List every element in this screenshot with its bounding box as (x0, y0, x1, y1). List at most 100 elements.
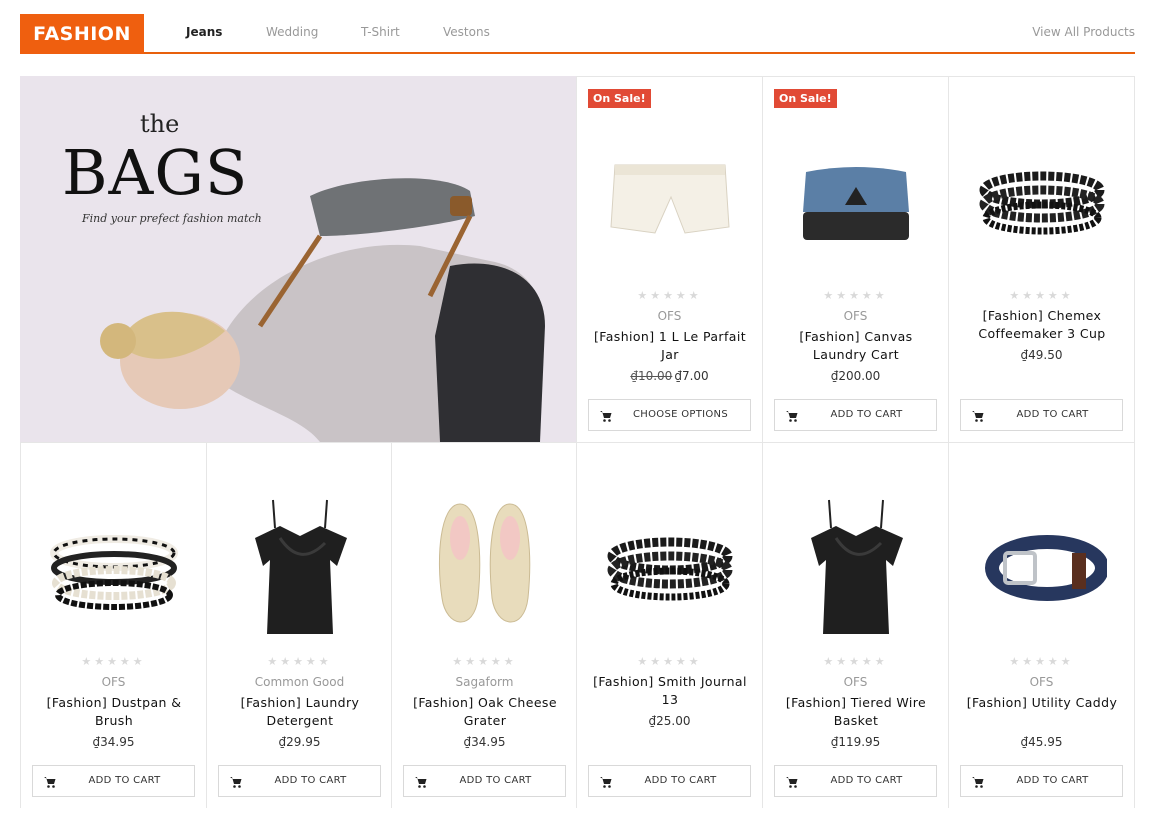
product-name[interactable]: [Fashion] Chemex Coffeemaker 3 Cup (961, 307, 1123, 343)
rating-stars: ★★★★★ (823, 289, 888, 302)
banner-model-image (100, 178, 545, 442)
product-image[interactable] (21, 483, 206, 653)
product-card[interactable]: ★★★★★ Common Good [Fashion] Laundry Deterg… (206, 442, 392, 808)
button-label: CHOOSE OPTIONS (633, 409, 728, 420)
current-price: ₫45.95 (1020, 735, 1063, 749)
current-price: ₫29.95 (278, 735, 321, 749)
category-header: FASHION Jeans Wedding T-Shirt Vestons Vi… (20, 14, 1135, 54)
button-label: ADD TO CART (459, 775, 532, 786)
add-to-cart-button[interactable]: ADD TO CART (218, 765, 381, 797)
cart-icon (785, 408, 799, 422)
product-card[interactable]: ★★★★★ OFS [Fashion] Tiered Wire Basket ₫119… (762, 442, 948, 808)
rating-stars: ★★★★★ (452, 655, 517, 668)
button-label: ADD TO CART (88, 775, 161, 786)
cart-icon (43, 774, 57, 788)
product-vendor: OFS (657, 309, 682, 323)
product-card[interactable]: ★★★★★ OFS [Fashion] Dustpan & Brush ₫34.95 A… (20, 442, 206, 808)
product-vendor: Common Good (254, 675, 345, 689)
rating-stars: ★★★★★ (823, 655, 888, 668)
product-price: ₫49.50 (949, 348, 1134, 362)
add-to-cart-button[interactable]: ADD TO CART (960, 399, 1123, 431)
button-label: ADD TO CART (830, 775, 903, 786)
product-vendor: Sagaform (455, 675, 514, 689)
product-name[interactable]: [Fashion] Oak Cheese Grater (404, 694, 566, 730)
product-card[interactable]: ★★★★★ Sagaform [Fashion] Oak Cheese Grater… (391, 442, 577, 808)
product-vendor: OFS (843, 675, 868, 689)
product-price: ₫119.95 (763, 735, 948, 749)
cart-icon (599, 774, 613, 788)
product-price: ₫10.00 ₫7.00 (577, 369, 762, 383)
add-to-cart-button[interactable]: ADD TO CART (960, 765, 1123, 797)
rating-stars: ★★★★★ (267, 655, 332, 668)
button-label: ADD TO CART (644, 775, 717, 786)
on-sale-badge: On Sale! (588, 89, 651, 108)
product-name[interactable]: [Fashion] 1 L Le Parfait Jar (589, 328, 751, 364)
bags-banner[interactable]: the BAGS Find your prefect fashion match (20, 76, 577, 442)
product-image[interactable] (763, 483, 948, 653)
cart-icon (599, 408, 613, 422)
button-label: ADD TO CART (1016, 409, 1089, 420)
product-price: ₫29.95 (207, 735, 392, 749)
product-image[interactable] (763, 117, 948, 287)
add-to-cart-button[interactable]: ADD TO CART (774, 399, 937, 431)
product-vendor: OFS (1029, 675, 1054, 689)
product-image[interactable] (949, 483, 1134, 653)
cart-icon (971, 774, 985, 788)
view-all-products-link[interactable]: View All Products (1032, 25, 1135, 39)
on-sale-badge: On Sale! (774, 89, 837, 108)
product-card[interactable]: ★★★★★ [Fashion] Chemex Coffeemaker 3 Cup ₫… (948, 76, 1134, 442)
rating-stars: ★★★★★ (1009, 289, 1074, 302)
product-price: ₫34.95 (392, 735, 577, 749)
product-image[interactable] (949, 117, 1134, 287)
rating-stars: ★★★★★ (81, 655, 146, 668)
choose-options-button[interactable]: CHOOSE OPTIONS (588, 399, 751, 431)
rating-stars: ★★★★★ (637, 289, 702, 302)
rating-stars: ★★★★★ (637, 655, 702, 668)
add-to-cart-button[interactable]: ADD TO CART (588, 765, 751, 797)
tab-wedding[interactable]: Wedding (266, 25, 318, 39)
add-to-cart-button[interactable]: ADD TO CART (32, 765, 195, 797)
tab-vestons[interactable]: Vestons (443, 25, 490, 39)
product-price: ₫45.95 (949, 735, 1134, 749)
current-price: ₫25.00 (648, 714, 691, 728)
current-price: ₫119.95 (830, 735, 881, 749)
add-to-cart-button[interactable]: ADD TO CART (774, 765, 937, 797)
button-label: ADD TO CART (830, 409, 903, 420)
product-image[interactable] (392, 483, 577, 653)
product-card[interactable]: ★★★★★ OFS [Fashion] Utility Caddy ₫45.95 ADD… (948, 442, 1134, 808)
product-card[interactable]: On Sale! ★★★★★ OFS [Fashion] 1 L Le Parfait… (576, 76, 762, 442)
product-image[interactable] (577, 483, 762, 653)
current-price: ₫34.95 (92, 735, 135, 749)
tab-jeans[interactable]: Jeans (186, 25, 222, 39)
product-name[interactable]: [Fashion] Utility Caddy (961, 694, 1123, 712)
tab-t-shirt[interactable]: T-Shirt (361, 25, 400, 39)
product-image[interactable] (207, 483, 392, 653)
product-card[interactable]: ★★★★★ [Fashion] Smith Journal 13 ₫25.00 ADD… (576, 442, 762, 808)
product-card[interactable]: On Sale! ★★★★★ OFS [Fashion] Canvas Laundry… (762, 76, 948, 442)
product-image[interactable] (577, 117, 762, 287)
product-vendor: OFS (843, 309, 868, 323)
product-name[interactable]: [Fashion] Tiered Wire Basket (775, 694, 937, 730)
cart-icon (785, 774, 799, 788)
button-label: ADD TO CART (274, 775, 347, 786)
rating-stars: ★★★★★ (1009, 655, 1074, 668)
cart-icon (414, 774, 428, 788)
add-to-cart-button[interactable]: ADD TO CART (403, 765, 566, 797)
cart-icon (971, 408, 985, 422)
product-name[interactable]: [Fashion] Dustpan & Brush (33, 694, 195, 730)
current-price: ₫49.50 (1020, 348, 1063, 362)
product-price: ₫200.00 (763, 369, 948, 383)
product-name[interactable]: [Fashion] Smith Journal 13 (589, 673, 751, 709)
product-name[interactable]: [Fashion] Laundry Detergent (219, 694, 381, 730)
product-vendor: OFS (101, 675, 126, 689)
product-price: ₫25.00 (577, 714, 762, 728)
current-price: ₫7.00 (674, 369, 709, 383)
current-price: ₫34.95 (463, 735, 506, 749)
current-price: ₫200.00 (830, 369, 881, 383)
product-name[interactable]: [Fashion] Canvas Laundry Cart (775, 328, 937, 364)
old-price: ₫10.00 (630, 369, 673, 383)
cart-icon (229, 774, 243, 788)
product-price: ₫34.95 (21, 735, 206, 749)
brand-title: FASHION (20, 14, 144, 54)
button-label: ADD TO CART (1016, 775, 1089, 786)
